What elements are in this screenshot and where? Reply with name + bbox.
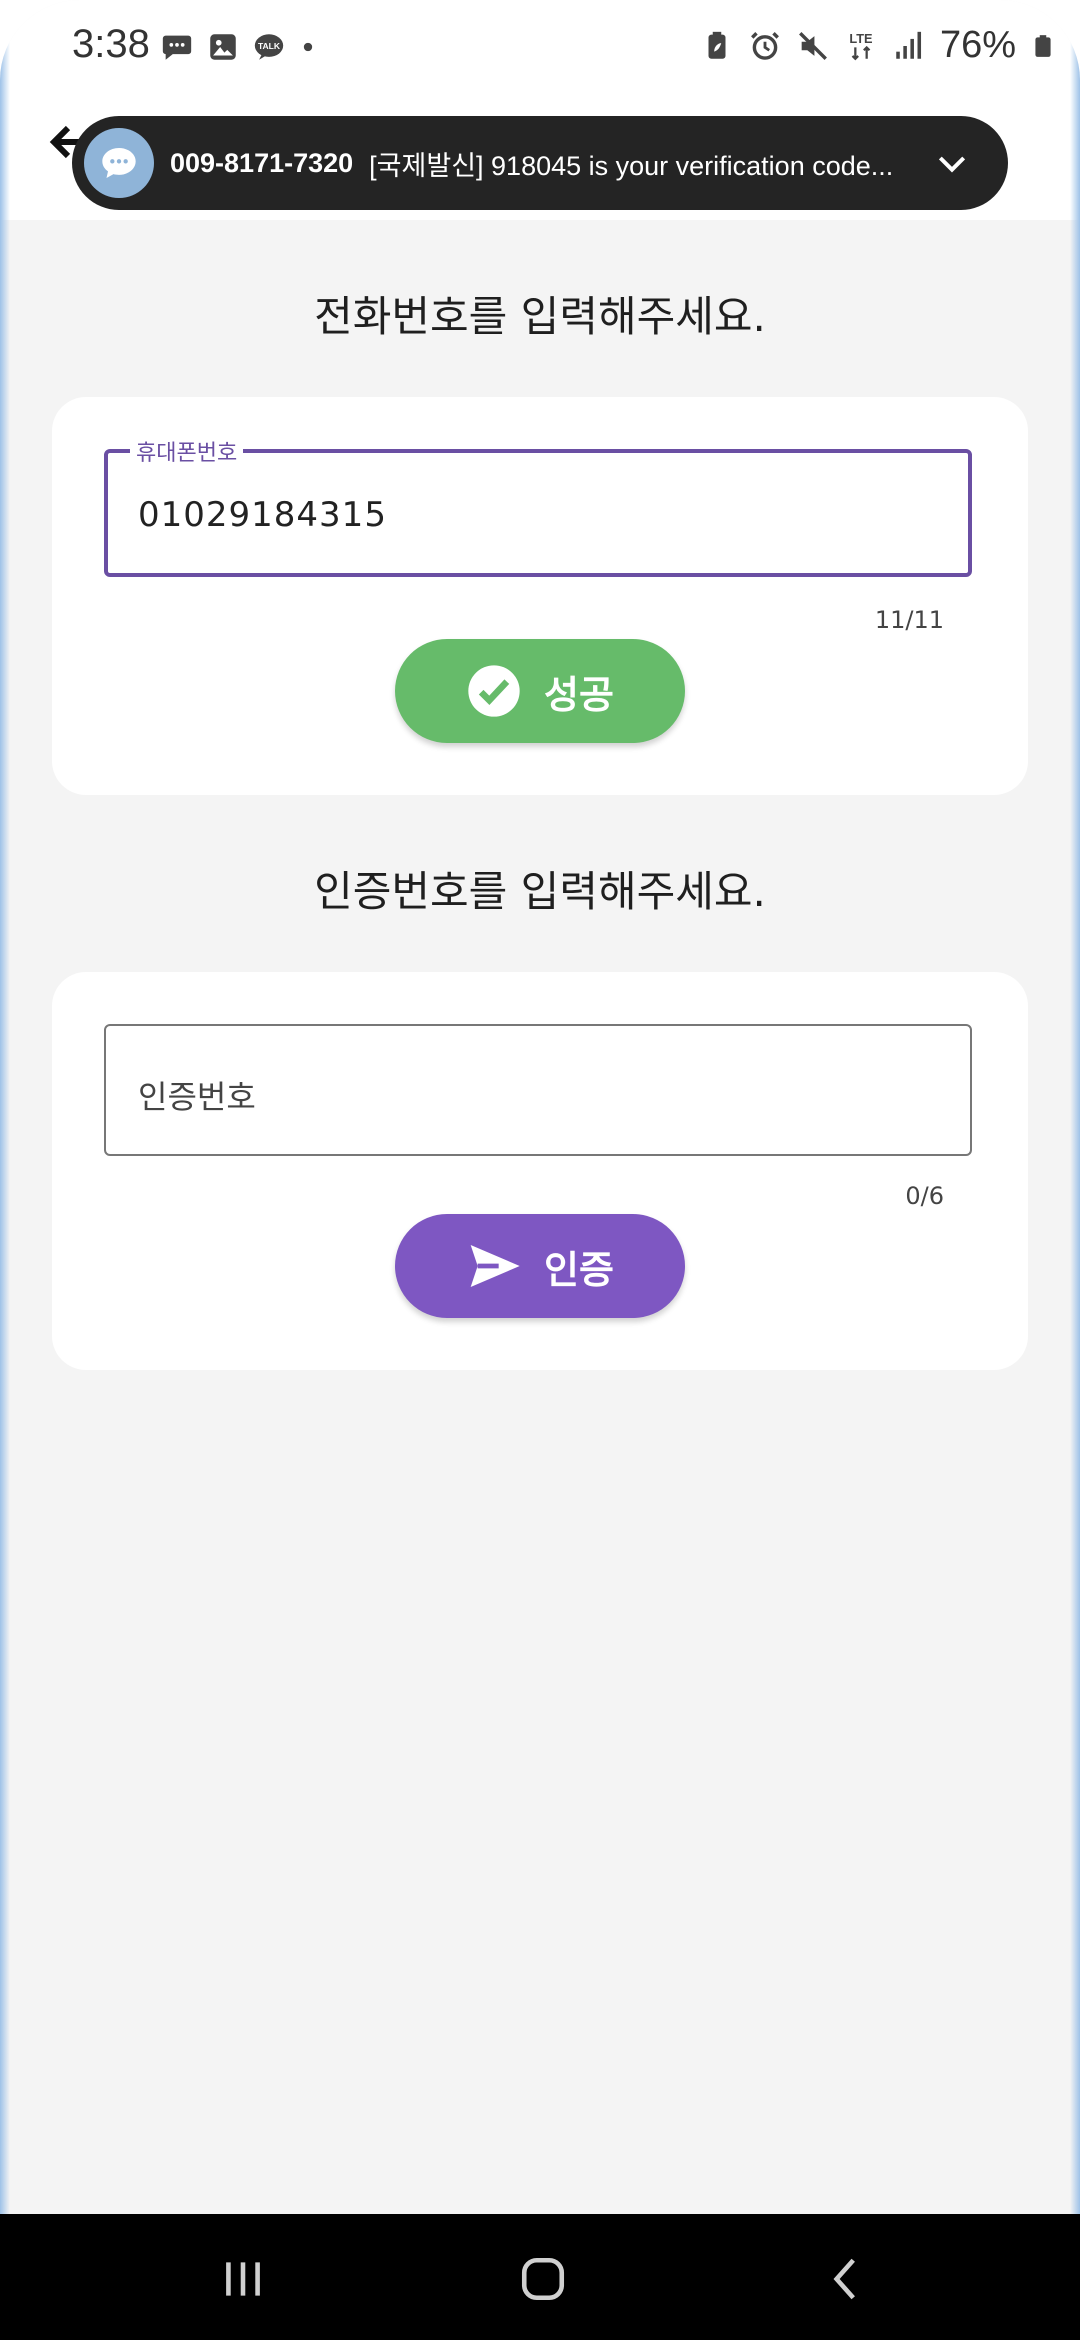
phone-number-label: 휴대폰번호 [130, 435, 244, 467]
home-icon[interactable] [518, 2254, 568, 2304]
svg-text:LTE: LTE [849, 31, 872, 46]
back-icon[interactable] [822, 2254, 872, 2304]
success-button[interactable]: 성공 [395, 639, 685, 743]
verify-button[interactable]: 인증 [395, 1214, 685, 1318]
svg-text:TALK: TALK [258, 41, 281, 51]
chevron-down-icon[interactable] [932, 143, 972, 183]
recent-apps-icon[interactable] [218, 2254, 268, 2304]
code-card: 인증번호 0/6 인증 [52, 972, 1028, 1370]
notification-message: [국제발신] 918045 is your verification code.… [369, 150, 894, 181]
phone-section-title: 전화번호를 입력해주세요. [314, 292, 766, 341]
message-icon [162, 35, 192, 60]
dot-icon [303, 42, 313, 52]
send-icon [470, 1245, 520, 1287]
mute-icon [798, 31, 827, 60]
code-char-counter: 0/6 [905, 1182, 944, 1210]
phone-number-value: 01029184315 [138, 495, 387, 535]
verify-button-label: 인증 [544, 1247, 614, 1292]
code-section-title: 인증번호를 입력해주세요. [314, 867, 766, 916]
gallery-icon [210, 34, 236, 60]
status-time: 3:38 [72, 22, 150, 66]
battery-percent: 76% [939, 24, 1016, 66]
battery-icon [1035, 34, 1051, 57]
phone-char-counter: 11/11 [874, 606, 944, 634]
chat-bubble-icon [102, 148, 136, 178]
status-icons-left: TALK [160, 30, 318, 64]
check-circle-icon [468, 665, 520, 717]
verification-code-field[interactable]: 인증번호 [104, 1024, 972, 1156]
phone-screen: 3:38 TALK LTE 76% 009-8171-7320 [국제발신] 9… [0, 0, 1080, 2340]
kakaotalk-icon: TALK [254, 34, 284, 60]
battery-saver-icon [708, 31, 726, 59]
phone-card: 휴대폰번호 01029184315 11/11 성공 [52, 397, 1028, 795]
status-bar: 3:38 TALK LTE 76% [0, 0, 1080, 96]
navigation-bar [0, 2214, 1080, 2340]
lte-icon: LTE [849, 31, 873, 60]
signal-icon [896, 31, 921, 59]
phone-number-field[interactable]: 휴대폰번호 01029184315 [104, 435, 972, 577]
status-icons-right: LTE 76% [700, 24, 1056, 67]
sms-notification[interactable]: 009-8171-7320 [국제발신] 918045 is your veri… [72, 116, 1008, 210]
success-button-label: 성공 [544, 672, 614, 717]
alarm-icon [750, 31, 779, 60]
verification-code-placeholder: 인증번호 [138, 1078, 256, 1116]
notification-avatar [84, 128, 154, 198]
notification-sender: 009-8171-7320 [170, 147, 354, 178]
